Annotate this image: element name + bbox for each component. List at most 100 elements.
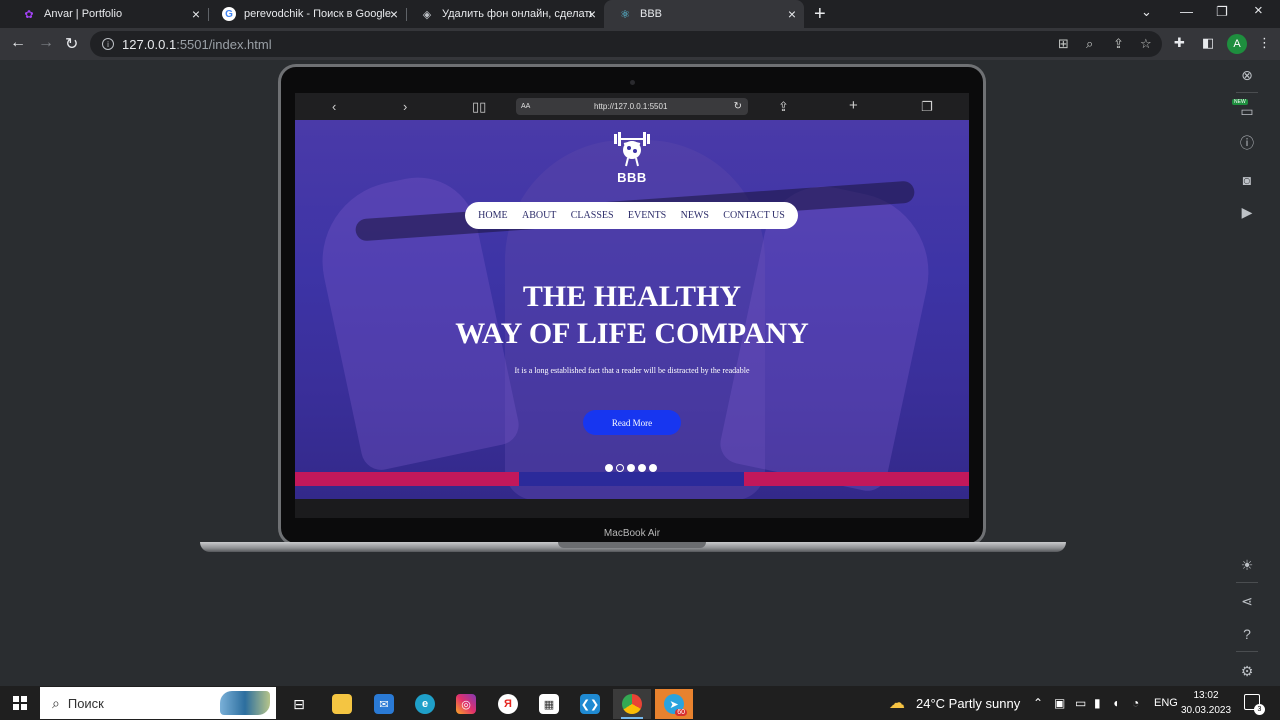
slider-dot[interactable] (638, 464, 646, 472)
laptop-camera (630, 80, 635, 85)
safari-share-icon[interactable]: ⇪ (778, 99, 789, 115)
slider-dot-active[interactable] (616, 464, 624, 472)
help-icon[interactable]: ? (1238, 625, 1256, 643)
safari-address-bar[interactable]: AA http://127.0.0.1:5501 ↻ (516, 98, 748, 115)
tab-remove-bg[interactable]: ◈ Удалить фон онлайн, сделать пр × (406, 0, 604, 28)
volume-icon[interactable]: ◖ (1112, 696, 1119, 710)
nav-events[interactable]: EVENTS (628, 210, 666, 221)
share-nodes-icon[interactable]: ⋖ (1238, 592, 1256, 610)
clock[interactable]: 13:02 30.03.2023 (1180, 688, 1232, 718)
video-icon[interactable]: ▶ (1238, 203, 1256, 221)
instagram-button[interactable]: ◎ (447, 689, 485, 719)
safari-reader-icon[interactable]: ▯▯ (472, 99, 486, 115)
slider-dot[interactable] (627, 464, 635, 472)
safari-reload-icon[interactable]: ↻ (734, 101, 742, 112)
close-circle-icon[interactable]: ⊗ (1238, 66, 1256, 84)
address-bar[interactable]: i 127.0.0.1:5501/index.html ⊞ ⌕ ⇪ ☆ (90, 31, 1162, 57)
reload-button[interactable]: ↻ (65, 34, 78, 54)
bookmark-star-icon[interactable]: ☆ (1140, 36, 1152, 52)
minimize-button[interactable]: — (1180, 4, 1193, 19)
clock-time: 13:02 (1193, 690, 1219, 701)
store-button[interactable]: ▦ (530, 689, 568, 719)
site-logo[interactable]: BBB (607, 130, 657, 194)
language-indicator[interactable]: ENG (1154, 697, 1178, 709)
maximize-button[interactable]: ❐ (1216, 4, 1228, 20)
close-tab-icon[interactable]: × (588, 6, 596, 22)
forward-button[interactable]: → (38, 34, 54, 52)
edge-button[interactable]: e (406, 689, 444, 719)
site-nav: HOME ABOUT CLASSES EVENTS NEWS CONTACT U… (465, 202, 798, 229)
brightness-icon[interactable]: ☀ (1238, 556, 1256, 574)
tab-search-icon[interactable]: ⌄ (1141, 4, 1152, 20)
tab-portfolio[interactable]: ✿ Anvar | Portfolio × (8, 0, 208, 28)
panel-separator (1236, 92, 1258, 93)
nav-contact-us[interactable]: CONTACT US (723, 210, 785, 221)
safari-forward-icon[interactable]: › (403, 99, 407, 114)
dumbbell-brain-icon (614, 132, 650, 167)
mail-button[interactable]: ✉ (365, 689, 403, 719)
tray-display-icon[interactable]: ▭ (1075, 696, 1086, 710)
safari-toolbar: ‹ › ▯▯ AA http://127.0.0.1:5501 ↻ ⇪ + ❐ (295, 93, 969, 120)
side-panel-icon[interactable]: ◧ (1202, 35, 1214, 51)
close-tab-icon[interactable]: × (390, 6, 398, 22)
info-icon[interactable]: ⓘ (1238, 134, 1256, 152)
back-button[interactable]: ← (10, 34, 26, 52)
chrome-button[interactable] (613, 689, 651, 719)
extensions-icon[interactable]: ✚ (1174, 35, 1185, 51)
tab-google[interactable]: G perevodchik - Поиск в Google × (208, 0, 406, 28)
device-label: MacBook Air (603, 528, 661, 539)
slider-dot[interactable] (649, 464, 657, 472)
safari-tabs-icon[interactable]: ❐ (921, 99, 933, 115)
tray-app-icon[interactable]: ▣ (1054, 696, 1065, 710)
site-info-icon[interactable]: i (102, 38, 114, 50)
safari-new-tab-icon[interactable]: + (849, 97, 858, 114)
vscode-button[interactable]: ❮❯ (571, 689, 609, 719)
nav-news[interactable]: NEWS (681, 210, 709, 221)
telegram-badge: 60 (675, 709, 687, 716)
store-icon: ▦ (539, 694, 559, 714)
close-window-button[interactable]: × (1254, 2, 1263, 19)
new-tab-button[interactable]: + (814, 3, 826, 26)
camera-icon[interactable]: ◙ (1238, 171, 1256, 189)
windows-taskbar: ⌕ Поиск ⊟ ✉ e ◎ Я ▦ ❮❯ ➤ 60 ☁ 24°C Partly… (0, 686, 1280, 720)
safari-url: http://127.0.0.1:5501 (594, 102, 668, 111)
read-more-button[interactable]: Read More (583, 410, 681, 435)
network-icon[interactable]: ◔ (1132, 696, 1139, 710)
tab-bbb[interactable]: ⚛ BBB × (604, 0, 804, 28)
chevron-up-icon[interactable]: ⌃ (1033, 696, 1043, 710)
safari-back-icon[interactable]: ‹ (332, 99, 336, 114)
menu-icon[interactable]: ⋮ (1258, 35, 1271, 51)
slider-dot[interactable] (605, 464, 613, 472)
settings-gear-icon[interactable]: ⚙ (1238, 662, 1256, 680)
zoom-icon[interactable]: ⌕ (1086, 36, 1093, 52)
nav-home[interactable]: HOME (478, 210, 507, 221)
nav-classes[interactable]: CLASSES (571, 210, 614, 221)
instagram-icon: ◎ (456, 694, 476, 714)
yandex-button[interactable]: Я (489, 689, 527, 719)
weather-icon[interactable]: ☁ (889, 693, 905, 713)
hero-headline: THE HEALTHY WAY OF LIFE COMPANY (295, 278, 969, 352)
hero-section: BBB HOME ABOUT CLASSES EVENTS NEWS CONTA… (295, 120, 969, 499)
portfolio-icon: ✿ (24, 8, 34, 21)
devices-icon[interactable]: ▭ (1238, 102, 1256, 120)
weather-text[interactable]: 24°C Partly sunny (916, 696, 1020, 711)
file-explorer-button[interactable] (323, 689, 361, 719)
close-tab-icon[interactable]: × (788, 6, 796, 22)
task-view-button[interactable]: ⊟ (280, 689, 318, 719)
panel-separator (1236, 582, 1258, 583)
telegram-button[interactable]: ➤ 60 (655, 689, 693, 719)
share-icon[interactable]: ⇪ (1113, 36, 1124, 52)
translate-icon[interactable]: ⊞ (1058, 36, 1069, 52)
battery-icon[interactable]: ▮ (1094, 696, 1101, 710)
close-tab-icon[interactable]: × (192, 6, 200, 22)
profile-avatar[interactable]: A (1227, 34, 1247, 54)
nav-about[interactable]: ABOUT (522, 210, 556, 221)
tab-label: Удалить фон онлайн, сделать пр (442, 8, 592, 20)
headline-line-2: WAY OF LIFE COMPANY (455, 317, 809, 350)
color-strip-right (744, 472, 969, 486)
safari-text-size[interactable]: AA (521, 103, 530, 110)
taskbar-search[interactable]: ⌕ Поиск (40, 687, 276, 719)
notifications-count: 3 (1254, 704, 1265, 715)
start-button[interactable] (13, 696, 27, 710)
notifications-button[interactable]: 3 (1244, 694, 1265, 715)
